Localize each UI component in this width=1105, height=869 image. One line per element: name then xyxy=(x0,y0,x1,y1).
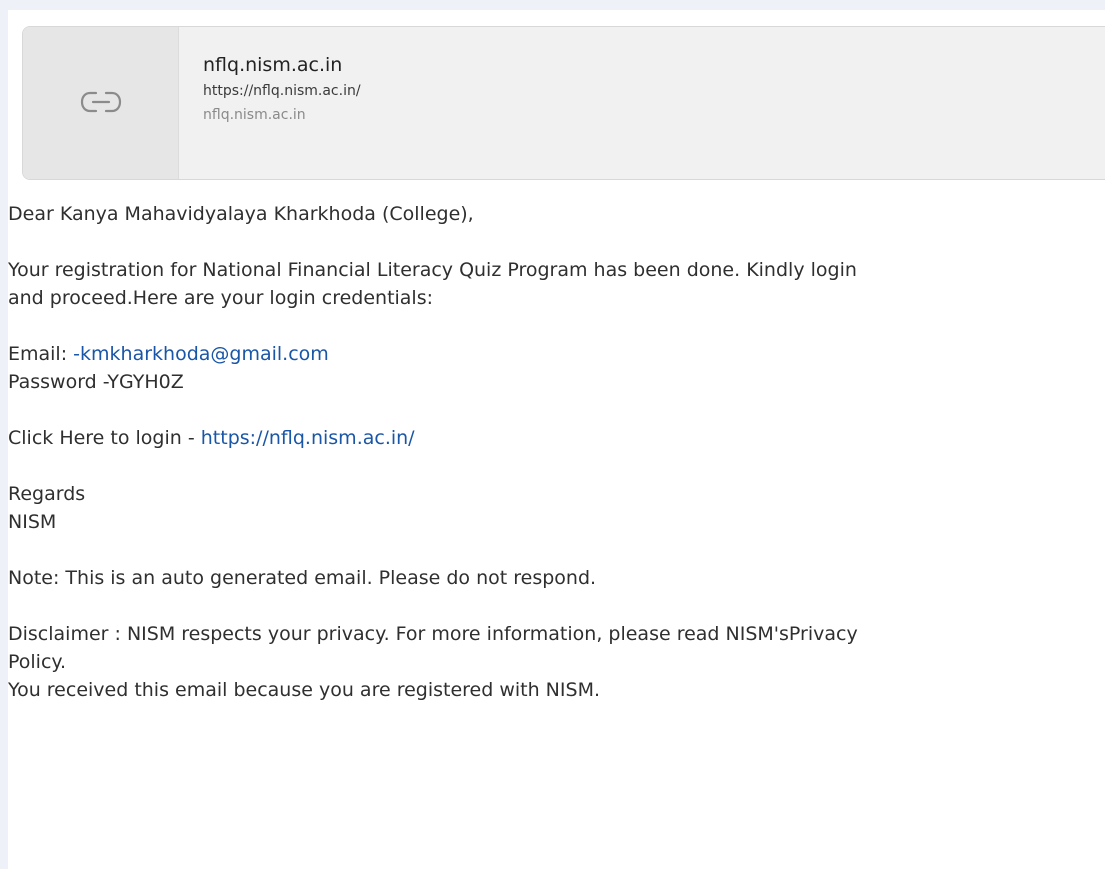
email-credential: Email: -kmkharkhoda@gmail.com xyxy=(8,340,1105,368)
signature: NISM xyxy=(8,511,57,533)
disclaimer-line-1: Disclaimer : NISM respects your privacy.… xyxy=(8,623,858,645)
email-label: Email: xyxy=(8,343,74,365)
link-preview-text: nflq.nism.ac.in https://nflq.nism.ac.in/… xyxy=(203,51,1083,127)
received-reason: You received this email because you are … xyxy=(8,679,600,701)
greeting: Dear Kanya Mahavidyalaya Kharkhoda (Coll… xyxy=(8,203,474,225)
login-prefix: Click Here to login - xyxy=(8,427,201,449)
regards: Regards xyxy=(8,483,86,505)
link-icon xyxy=(78,85,124,123)
link-preview-url[interactable]: https://nflq.nism.ac.in/ xyxy=(203,79,1083,103)
login-link[interactable]: https://nflq.nism.ac.in/ xyxy=(201,427,415,449)
registration-text-line-2: and proceed.Here are your login credenti… xyxy=(8,287,434,309)
registration-text-line-1: Your registration for National Financial… xyxy=(8,259,857,281)
email-content: nflq.nism.ac.in https://nflq.nism.ac.in/… xyxy=(8,10,1105,869)
link-preview-card[interactable]: nflq.nism.ac.in https://nflq.nism.ac.in/… xyxy=(22,26,1105,180)
disclaimer-line-2: Policy. xyxy=(8,651,66,673)
email-body: Dear Kanya Mahavidyalaya Kharkhoda (Coll… xyxy=(8,200,1105,704)
link-preview-domain: nflq.nism.ac.in xyxy=(203,107,306,123)
link-preview-title[interactable]: nflq.nism.ac.in xyxy=(203,51,1083,79)
login-instruction: Click Here to login - https://nflq.nism.… xyxy=(8,424,1105,452)
auto-generated-note: Note: This is an auto generated email. P… xyxy=(8,567,597,589)
email-link[interactable]: -kmkharkhoda@gmail.com xyxy=(73,343,329,365)
link-preview-thumbnail xyxy=(23,27,179,179)
password-credential: Password -YGYH0Z xyxy=(8,371,184,393)
